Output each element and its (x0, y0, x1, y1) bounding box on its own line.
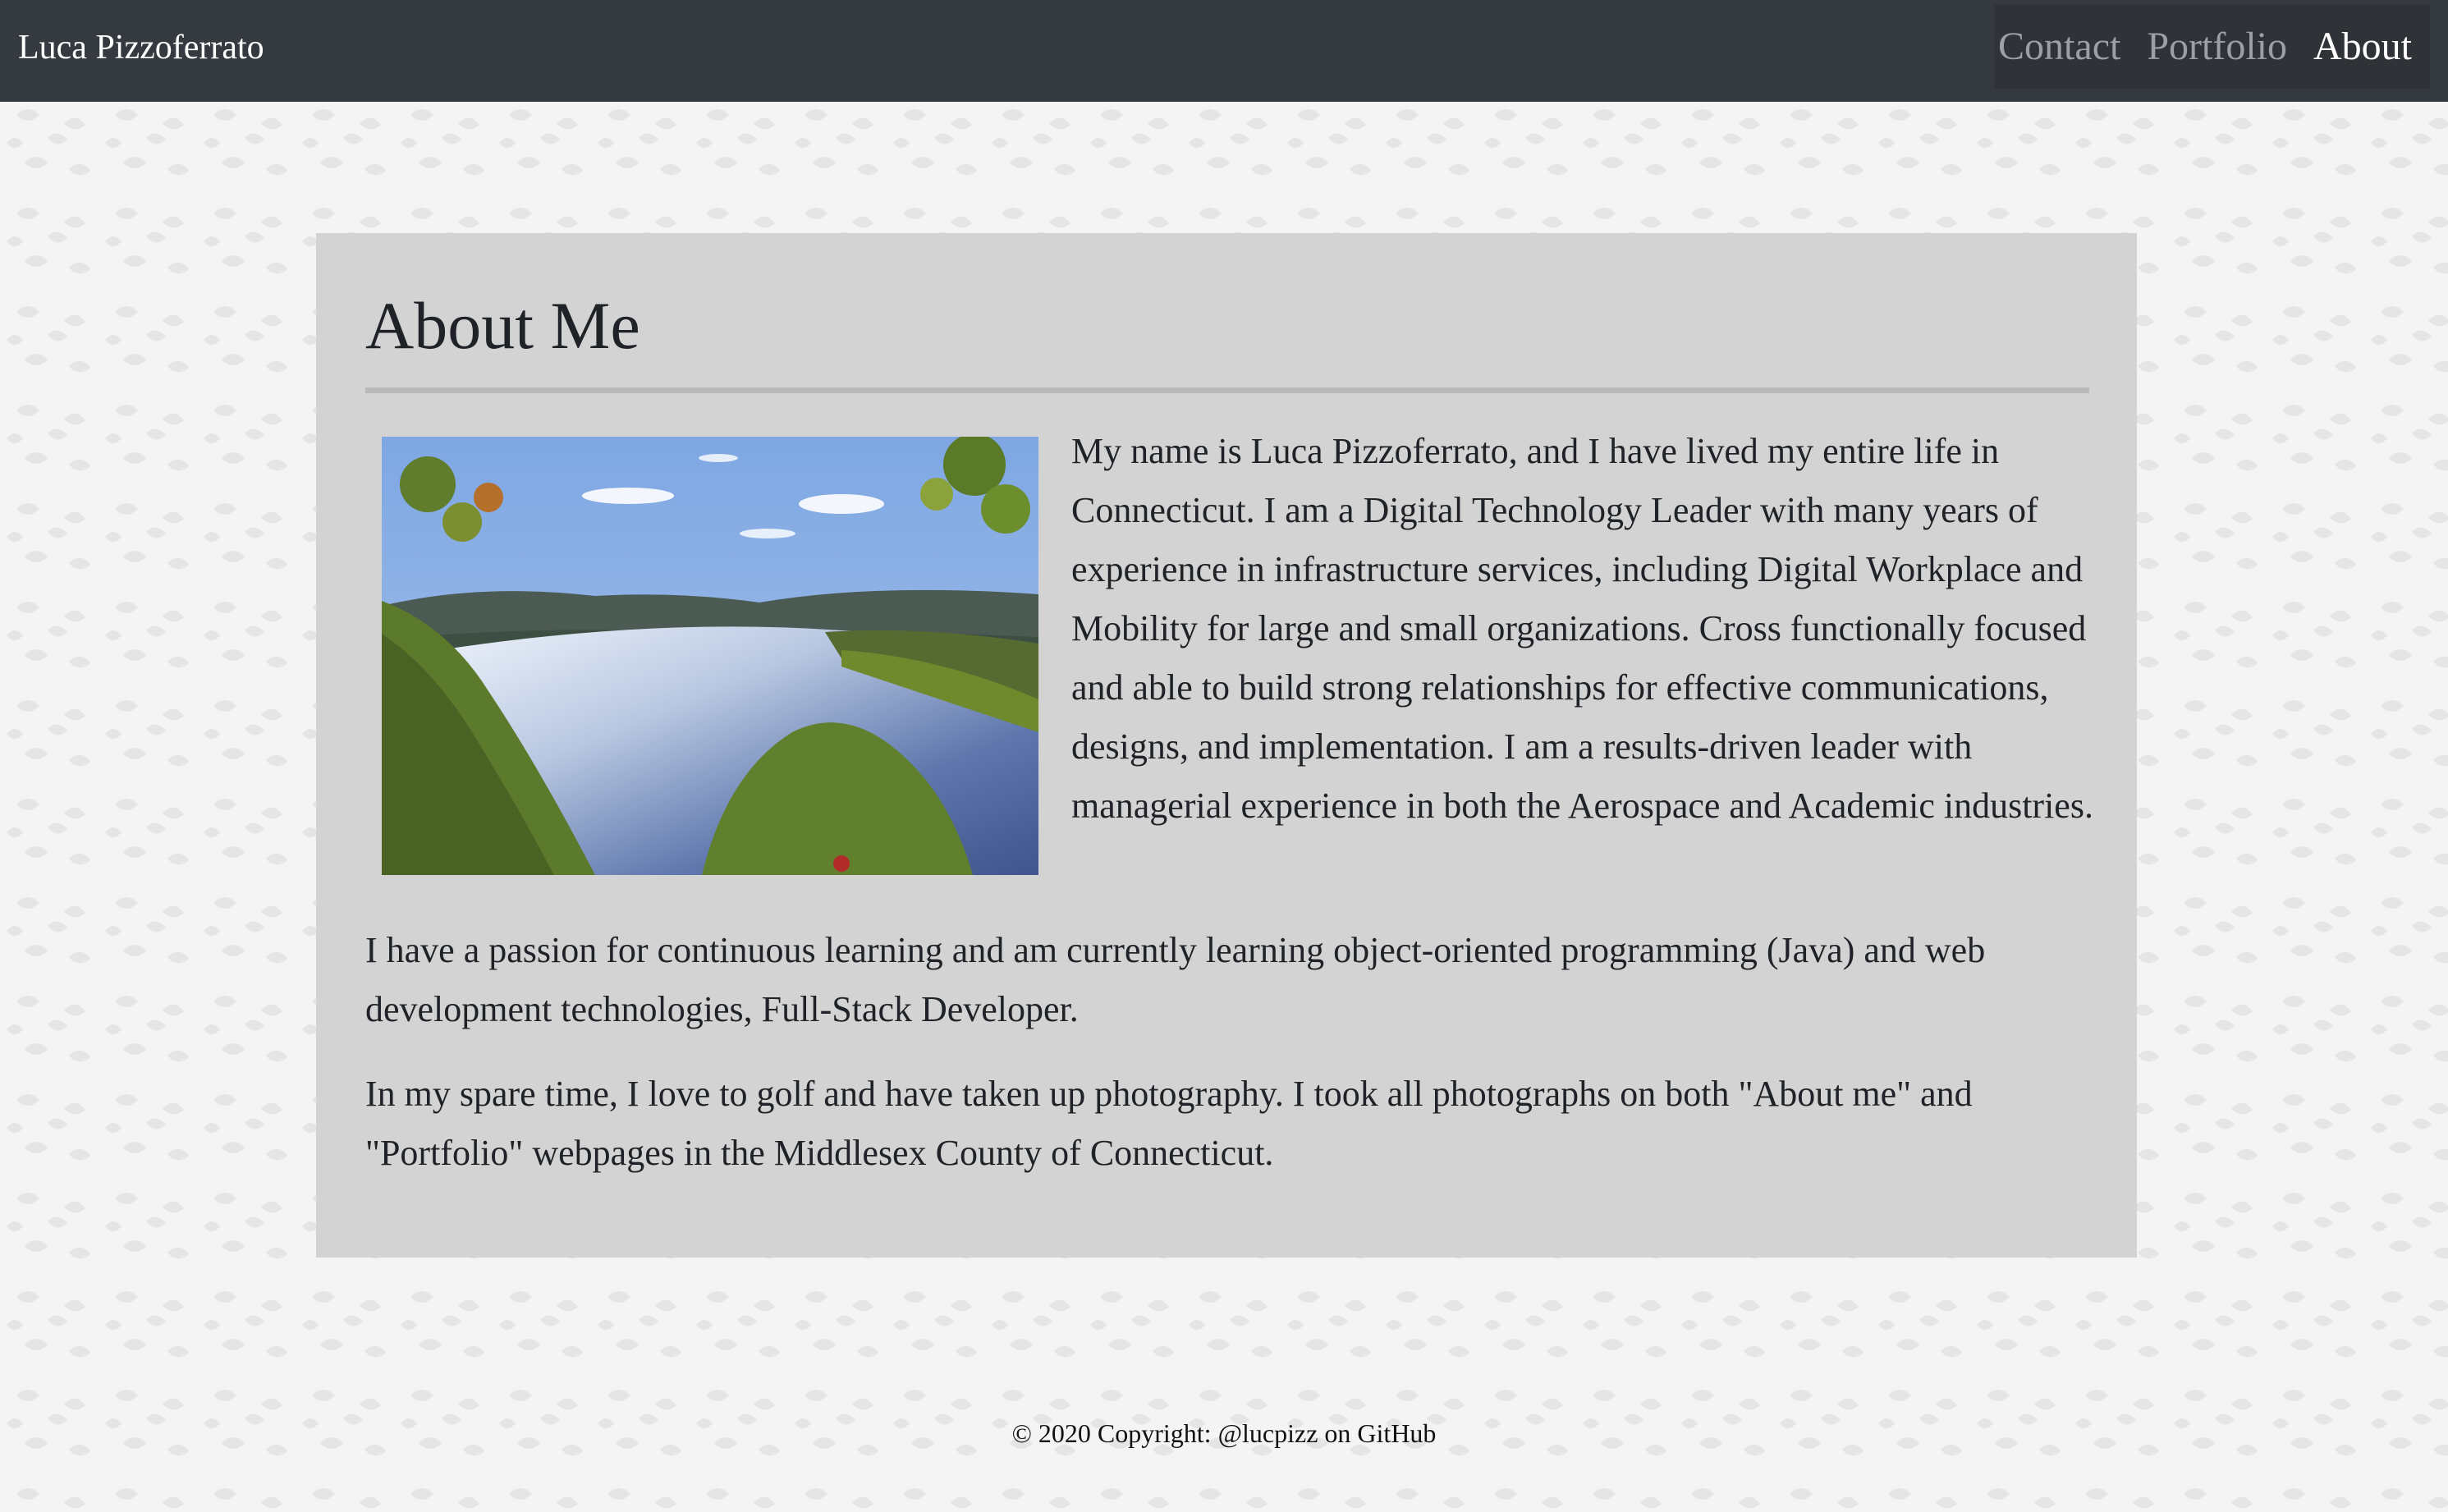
brand-link[interactable]: Luca Pizzoferrato (18, 25, 264, 71)
top-navbar: Luca Pizzoferrato Contact Portfolio Abou… (0, 0, 2448, 102)
about-card: About Me My name is Luca Pizzoferrato, a… (316, 233, 2137, 1258)
footer-copyright: © 2020 Copyright: @lucpizz on GitHub (1011, 1418, 1437, 1448)
about-paragraph-hobbies: In my spare time, I love to golf and hav… (365, 1074, 1973, 1173)
title-divider (365, 387, 2089, 393)
page-footer: © 2020 Copyright: @lucpizz on GitHub (0, 1413, 2448, 1453)
nav-link-about[interactable]: About (2313, 5, 2430, 89)
page-title: About Me (365, 288, 640, 363)
about-paragraph-intro: My name is Luca Pizzoferrato, and I have… (1071, 431, 2093, 826)
nav-link-contact[interactable]: Contact (1998, 5, 2120, 89)
primary-nav: Contact Portfolio About (1994, 5, 2430, 89)
nav-link-portfolio[interactable]: Portfolio (2147, 5, 2287, 89)
river-photo (382, 437, 1038, 875)
about-paragraph-learning: I have a passion for continuous learning… (365, 930, 1986, 1029)
